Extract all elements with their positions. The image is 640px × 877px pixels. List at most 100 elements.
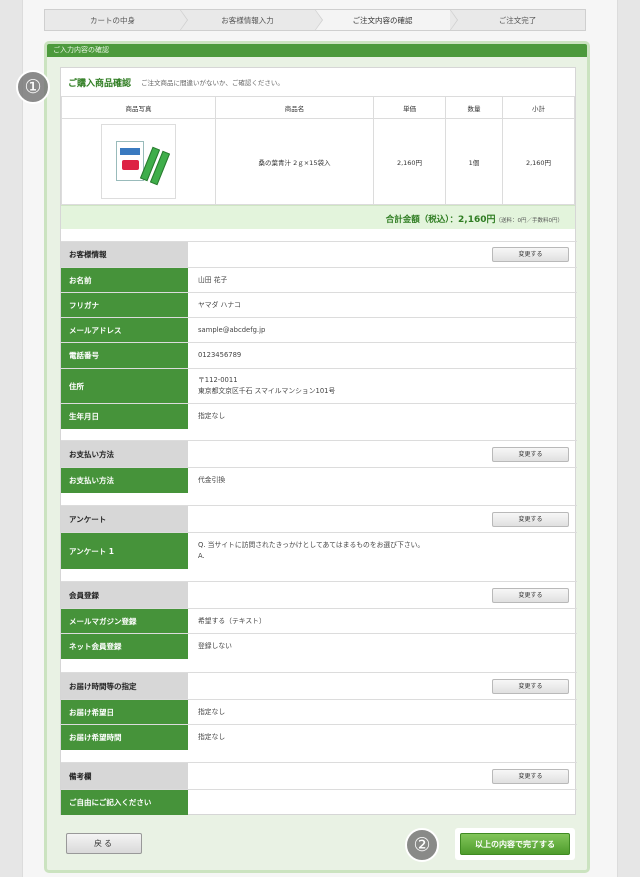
name-value: 山田 花子	[198, 275, 228, 284]
back-button[interactable]: 戻る	[66, 833, 142, 854]
product-name: 桑の葉青汁 2ｇ×15袋入	[215, 118, 374, 205]
survey-heading-row: アンケート 変更する	[61, 506, 577, 533]
notes-section: 備考欄 変更する ご自由にご記入ください	[61, 762, 577, 815]
notes-heading: 備考欄	[61, 763, 188, 789]
change-payment-button[interactable]: 変更する	[492, 446, 569, 462]
complete-button-wrap: 以上の内容で完了する	[455, 828, 575, 860]
member-section: 会員登録 変更する メールマガジン登録 希望する（テキスト） ネット会員登録 登…	[61, 581, 577, 659]
col-photo: 商品写真	[61, 96, 216, 119]
payment-heading-row: お支払い方法 変更する	[61, 441, 577, 468]
customer-phone-row: 電話番号 0123456789	[61, 343, 577, 369]
step-cart: カートの中身	[45, 9, 188, 31]
payment-value: 代金引換	[198, 476, 226, 484]
step-customer-info: お客様情報入力	[180, 9, 323, 31]
member-heading: 会員登録	[61, 582, 188, 608]
payment-section: お支払い方法 変更する お支払い方法 代金引換	[61, 440, 577, 493]
phone-label: 電話番号	[61, 343, 188, 368]
step-complete: ご注文完了	[498, 15, 537, 25]
newsletter-value: 希望する（テキスト）	[198, 616, 266, 625]
email-label: メールアドレス	[61, 318, 188, 342]
col-price: 単価	[373, 96, 446, 119]
birthday-value: 指定なし	[198, 412, 226, 420]
address-value: 〒112-0011 東京都文京区千石 スマイルマンション101号	[188, 369, 577, 403]
step-confirm: ご注文内容の確認	[315, 9, 458, 31]
survey-question: Q. 当サイトに訪問されたきっかけとしてあてはまるものをお選び下さい。	[198, 541, 425, 549]
col-name: 商品名	[215, 96, 374, 119]
cart-subtitle: ご注文商品に間違いがないか、ご確認ください。	[141, 79, 284, 87]
product-image	[101, 124, 176, 199]
kana-label: フリガナ	[61, 293, 188, 317]
delivery-date-label: お届け希望日	[61, 700, 188, 724]
delivery-date-row: お届け希望日 指定なし	[61, 700, 577, 725]
cart-item-row: 桑の葉青汁 2ｇ×15袋入 2,160円 1個 2,160円	[61, 118, 575, 205]
customer-address-row: 住所 〒112-0011 東京都文京区千石 スマイルマンション101号	[61, 369, 577, 404]
customer-birthday-row: 生年月日 指定なし	[61, 404, 577, 429]
delivery-time-row: お届け希望時間 指定なし	[61, 725, 577, 750]
delivery-time-label: お届け希望時間	[61, 725, 188, 750]
total-row: 合計金額（税込）：2,160円（送料：0円／手数料0円）	[61, 205, 575, 229]
change-notes-button[interactable]: 変更する	[492, 768, 569, 784]
notes-heading-row: 備考欄 変更する	[61, 763, 577, 790]
notes-label: ご自由にご記入ください	[61, 790, 188, 815]
phone-value: 0123456789	[198, 351, 242, 359]
notes-row: ご自由にご記入ください	[61, 790, 577, 815]
survey-section: アンケート 変更する アンケート 1 Q. 当サイトに訪問されたきっかけとしてあ…	[61, 505, 577, 569]
survey-heading: アンケート	[61, 506, 188, 532]
survey-value: Q. 当サイトに訪問されたきっかけとしてあてはまるものをお選び下さい。 A.	[188, 533, 577, 569]
total-note: （送料：0円／手数料0円）	[495, 218, 564, 224]
confirm-panel: ご購入商品確認 ご注文商品に間違いがないか、ご確認ください。 商品写真 商品名 …	[60, 67, 577, 815]
total-amount: 2,160円	[458, 215, 496, 225]
change-delivery-button[interactable]: 変更する	[492, 678, 569, 694]
cart-title-row: ご購入商品確認 ご注文商品に間違いがないか、ご確認ください。	[61, 68, 575, 96]
change-member-button[interactable]: 変更する	[492, 587, 569, 603]
annotation-badge-1: ①	[16, 70, 50, 104]
customer-section: お客様情報 変更する お名前 山田 花子 フリガナ ヤマダ ハナコ メールアドレ…	[61, 241, 577, 429]
delivery-heading-row: お届け時間等の指定 変更する	[61, 673, 577, 700]
survey-label: アンケート 1	[61, 533, 188, 569]
total-label: 合計金額（税込）：	[385, 215, 459, 225]
product-qty: 1個	[445, 118, 503, 205]
notes-value	[188, 790, 577, 815]
member-heading-row: 会員登録 変更する	[61, 582, 577, 609]
customer-email-row: メールアドレス sample@abcdefg.jp	[61, 318, 577, 343]
product-price: 2,160円	[373, 118, 446, 205]
postal-code: 〒112-0011	[198, 376, 238, 384]
net-member-value: 登録しない	[198, 642, 232, 650]
net-member-row: ネット会員登録 登録しない	[61, 634, 577, 659]
col-qty: 数量	[445, 96, 503, 119]
change-survey-button[interactable]: 変更する	[492, 511, 569, 527]
payment-heading: お支払い方法	[61, 441, 188, 467]
delivery-heading: お届け時間等の指定	[61, 673, 188, 699]
complete-order-button[interactable]: 以上の内容で完了する	[460, 833, 570, 855]
annotation-badge-2: ②	[405, 828, 439, 862]
customer-name-row: お名前 山田 花子	[61, 268, 577, 293]
newsletter-label: メールマガジン登録	[61, 609, 188, 633]
email-value: sample@abcdefg.jp	[198, 325, 266, 334]
customer-kana-row: フリガナ ヤマダ ハナコ	[61, 293, 577, 318]
kana-value: ヤマダ ハナコ	[198, 300, 241, 309]
customer-heading: お客様情報	[61, 242, 188, 267]
col-subtotal: 小計	[502, 96, 575, 119]
checkout-steps: カートの中身 お客様情報入力 ご注文内容の確認 ご注文完了	[44, 9, 586, 31]
delivery-time-value: 指定なし	[198, 733, 226, 741]
payment-method-row: お支払い方法 代金引換	[61, 468, 577, 493]
cart-table: 商品写真 商品名 単価 数量 小計 桑の葉青汁 2ｇ×15袋入 2,160円 1…	[61, 96, 575, 205]
name-label: お名前	[61, 268, 188, 292]
payment-label: お支払い方法	[61, 468, 188, 493]
frame-title: ご入力内容の確認	[47, 44, 587, 57]
customer-heading-row: お客様情報 変更する	[61, 242, 577, 268]
address-label: 住所	[61, 369, 188, 403]
newsletter-row: メールマガジン登録 希望する（テキスト）	[61, 609, 577, 634]
address-line: 東京都文京区千石 スマイルマンション101号	[198, 387, 336, 395]
cart-header-row: 商品写真 商品名 単価 数量 小計	[61, 96, 575, 119]
cart-title: ご購入商品確認	[68, 78, 132, 89]
delivery-date-value: 指定なし	[198, 707, 226, 716]
product-subtotal: 2,160円	[502, 118, 575, 205]
survey-row: アンケート 1 Q. 当サイトに訪問されたきっかけとしてあてはまるものをお選び下…	[61, 533, 577, 569]
survey-answer: A.	[198, 552, 205, 560]
product-photo-cell	[61, 118, 216, 205]
birthday-label: 生年月日	[61, 404, 188, 429]
net-member-label: ネット会員登録	[61, 634, 188, 659]
delivery-section: お届け時間等の指定 変更する お届け希望日 指定なし お届け希望時間 指定なし	[61, 672, 577, 750]
change-customer-button[interactable]: 変更する	[492, 247, 569, 262]
